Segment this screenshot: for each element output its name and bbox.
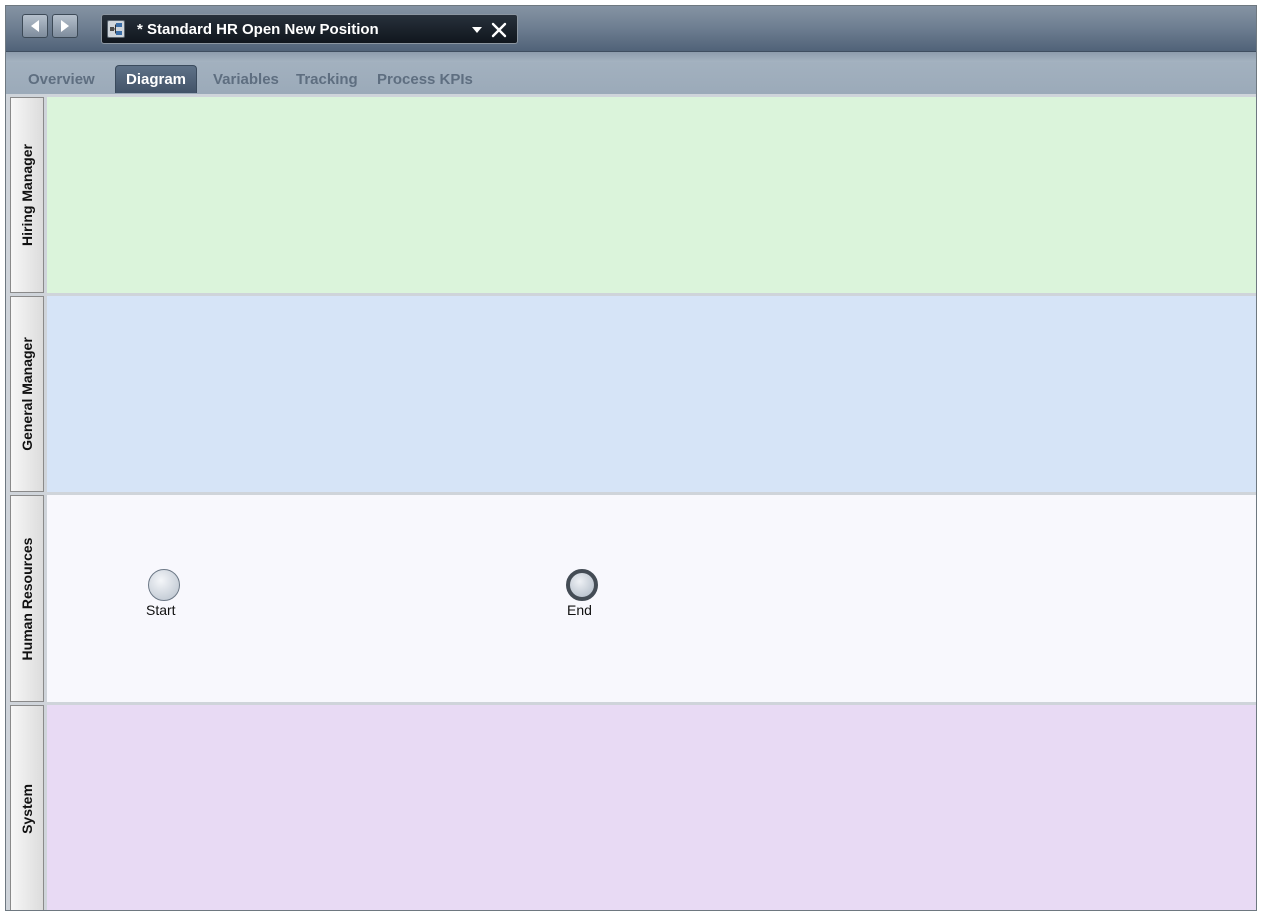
lane-label[interactable]: General Manager (10, 296, 44, 492)
forward-arrow-icon (61, 20, 69, 32)
start-event[interactable] (148, 569, 180, 601)
process-editor-window: * Standard HR Open New Position Overview… (5, 5, 1257, 911)
lane-area[interactable] (47, 705, 1256, 910)
close-icon[interactable] (491, 22, 507, 38)
diagram-canvas[interactable]: Hiring Manager General Manager Human Res… (6, 94, 1256, 910)
end-event-label: End (567, 602, 592, 618)
lane-general-manager[interactable]: General Manager (6, 293, 1256, 492)
tab-overview[interactable]: Overview (28, 71, 95, 88)
lane-area[interactable] (47, 296, 1256, 492)
lane-label[interactable]: Human Resources (10, 495, 44, 702)
back-arrow-icon (31, 20, 39, 32)
back-button[interactable] (22, 14, 48, 38)
lane-human-resources[interactable]: Human Resources Start End (6, 492, 1256, 702)
lane-area[interactable] (47, 97, 1256, 293)
lane-area[interactable] (47, 495, 1256, 702)
process-diagram-icon (107, 20, 125, 38)
lane-label[interactable]: System (10, 705, 44, 910)
lane-hiring-manager[interactable]: Hiring Manager (6, 94, 1256, 293)
document-tab[interactable]: * Standard HR Open New Position (101, 14, 518, 44)
tab-process-kpis[interactable]: Process KPIs (377, 71, 473, 88)
tab-tracking[interactable]: Tracking (296, 71, 358, 88)
forward-button[interactable] (52, 14, 78, 38)
lane-system[interactable]: System (6, 702, 1256, 910)
tab-variables[interactable]: Variables (213, 71, 279, 88)
tab-diagram[interactable]: Diagram (115, 65, 198, 93)
start-event-label: Start (146, 602, 176, 618)
lane-label[interactable]: Hiring Manager (10, 97, 44, 293)
editor-titlebar: * Standard HR Open New Position (6, 6, 1256, 52)
end-event[interactable] (566, 569, 598, 601)
document-title: * Standard HR Open New Position (137, 21, 379, 38)
chevron-down-icon[interactable] (471, 25, 483, 35)
editor-tab-bar: Overview Diagram Variables Tracking Proc… (6, 52, 1256, 98)
